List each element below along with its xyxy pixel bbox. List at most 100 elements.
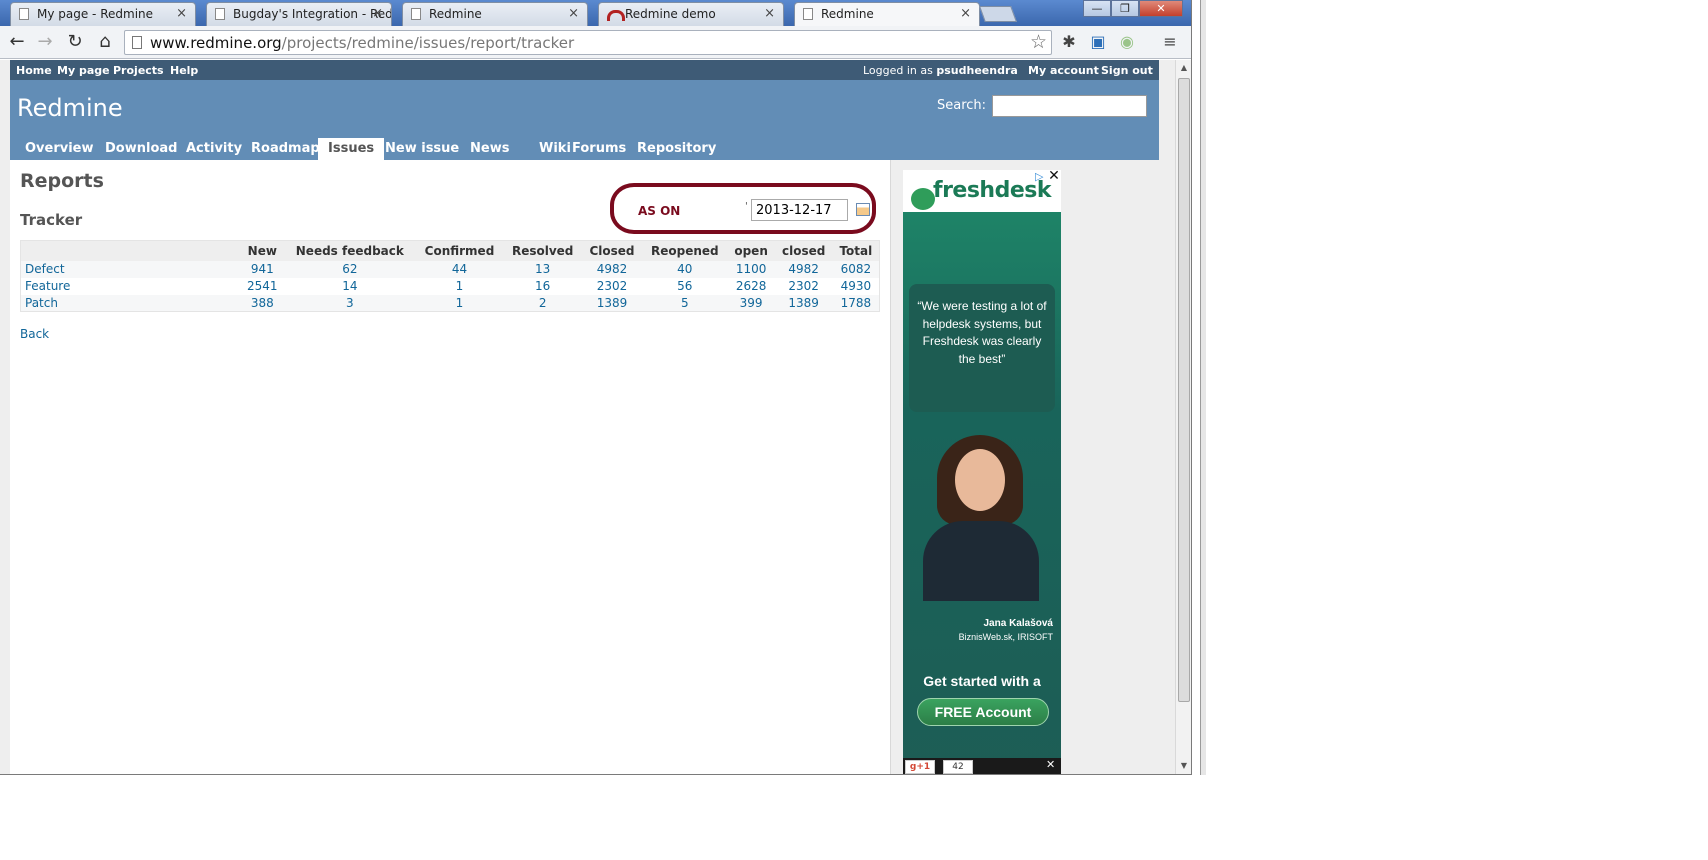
tracker-name-link[interactable]: Feature: [20, 277, 241, 295]
browser-tab-4[interactable]: Redmine demo ×: [598, 2, 784, 26]
count-link[interactable]: 2302: [581, 277, 643, 295]
search-input[interactable]: [992, 95, 1147, 117]
count-link[interactable]: 388: [240, 294, 285, 312]
tab-close-icon[interactable]: ×: [568, 3, 579, 25]
tracker-name-link[interactable]: Patch: [20, 294, 241, 312]
tracker-report-table: New Needs feedback Confirmed Resolved Closed…: [20, 240, 880, 312]
close-window-button[interactable]: ✕: [1139, 0, 1183, 17]
top-menu-projects[interactable]: Projects: [113, 64, 164, 77]
top-menu-home[interactable]: Home: [16, 64, 52, 77]
count-link[interactable]: 399: [727, 294, 775, 312]
new-tab-button[interactable]: [979, 6, 1017, 22]
social-bar-close-icon[interactable]: ✕: [1046, 758, 1055, 771]
gplus-button[interactable]: g+1: [905, 760, 935, 774]
vertical-scrollbar[interactable]: ▲ ▼: [1175, 60, 1191, 774]
count-link[interactable]: 14: [284, 277, 416, 295]
count-link[interactable]: 4982: [774, 260, 833, 278]
logged-in-user[interactable]: psudheendra: [936, 64, 1017, 77]
count-link[interactable]: 4930: [832, 277, 880, 295]
minimize-button[interactable]: —: [1083, 0, 1111, 17]
extension-puzzle-icon[interactable]: ✱: [1059, 32, 1079, 52]
tab-label: My page - Redmine: [37, 7, 154, 21]
search-label: Search:: [937, 98, 987, 113]
freshdesk-ad[interactable]: freshdesk ▷ ✕ “We were testing a lot of …: [903, 170, 1061, 774]
tab-close-icon[interactable]: ×: [176, 3, 187, 25]
restore-button[interactable]: ❐: [1111, 0, 1139, 17]
ad-close-icon[interactable]: ✕: [1047, 170, 1061, 184]
tab-close-icon[interactable]: ×: [764, 3, 775, 25]
tab-roadmap[interactable]: Roadmap: [241, 138, 330, 160]
count-link[interactable]: 2628: [727, 277, 775, 295]
browser-tab-2[interactable]: Bugday's Integration - Red ×: [206, 2, 392, 26]
header: Redmine Search: Overview Download Activity…: [10, 80, 1159, 160]
count-link[interactable]: 44: [415, 260, 504, 278]
star-icon[interactable]: ☆: [1030, 31, 1047, 53]
as-on-date-input[interactable]: [751, 199, 848, 221]
scroll-down-icon[interactable]: ▼: [1176, 758, 1191, 774]
count-link[interactable]: 1: [415, 294, 504, 312]
count-link[interactable]: 13: [503, 260, 582, 278]
tab-close-icon[interactable]: ×: [372, 3, 383, 25]
count-link[interactable]: 16: [503, 277, 582, 295]
scroll-thumb[interactable]: [1178, 78, 1190, 702]
forward-icon[interactable]: →: [34, 31, 56, 53]
reload-icon[interactable]: ↻: [64, 31, 86, 53]
count-link[interactable]: 2: [503, 294, 582, 312]
extension-screen-icon[interactable]: ▣: [1088, 32, 1108, 52]
browser-tab-1[interactable]: My page - Redmine ×: [10, 2, 196, 26]
count-link[interactable]: 1: [415, 277, 504, 295]
menu-icon[interactable]: ≡: [1160, 32, 1180, 52]
count-link[interactable]: 5: [642, 294, 728, 312]
tab-download[interactable]: Download: [95, 138, 187, 160]
back-icon[interactable]: ←: [6, 31, 28, 53]
address-bar[interactable]: www.redmine.org/projects/redmine/issues/…: [124, 30, 1052, 55]
count-link[interactable]: 2302: [774, 277, 833, 295]
tab-repository[interactable]: Repository: [627, 138, 726, 160]
count-link[interactable]: 1788: [832, 294, 880, 312]
freshdesk-logo-icon: [911, 188, 935, 210]
tracker-name-link[interactable]: Defect: [20, 260, 241, 278]
top-menu-my-account[interactable]: My account: [1028, 64, 1099, 77]
browser-tab-5[interactable]: Redmine ×: [794, 2, 980, 27]
count-link[interactable]: 1100: [727, 260, 775, 278]
back-link[interactable]: Back: [20, 327, 49, 341]
count-link[interactable]: 941: [240, 260, 285, 278]
ad-person-name: Jana Kalašová: [983, 618, 1054, 629]
person-face: [955, 449, 1005, 511]
count-link[interactable]: 2541: [240, 277, 285, 295]
page-title: Reports: [20, 170, 104, 192]
table-body: Defect 941 62 44 13 4982 40 1100 4982 6082 Feature…: [20, 260, 880, 312]
report-section-title: Tracker: [20, 211, 83, 229]
count-link[interactable]: 62: [284, 260, 416, 278]
tab-page-icon: [19, 8, 29, 20]
extension-camera-icon[interactable]: ◉: [1117, 32, 1137, 52]
count-link[interactable]: 4982: [581, 260, 643, 278]
tab-label: Redmine demo: [625, 7, 716, 21]
count-link[interactable]: 3: [284, 294, 416, 312]
scroll-up-icon[interactable]: ▲: [1176, 60, 1191, 76]
logged-in-as: Logged in as psudheendra: [863, 64, 1018, 77]
top-menu-sign-out[interactable]: Sign out: [1101, 64, 1153, 77]
tab-close-icon[interactable]: ×: [960, 3, 971, 25]
browser-tab-3[interactable]: Redmine ×: [402, 2, 588, 26]
calendar-icon[interactable]: [856, 203, 870, 216]
count-link[interactable]: 1389: [581, 294, 643, 312]
tab-news[interactable]: News: [460, 138, 519, 160]
ad-person-photo: [923, 435, 1039, 601]
top-menu-my-page[interactable]: My page: [57, 64, 110, 77]
tab-forums[interactable]: Forums: [562, 138, 636, 160]
ad-free-account-button[interactable]: FREE Account: [917, 698, 1049, 726]
tab-new-issue[interactable]: New issue: [375, 138, 469, 160]
table-row: Defect 941 62 44 13 4982 40 1100 4982 6082: [20, 260, 880, 278]
count-link[interactable]: 6082: [832, 260, 880, 278]
count-link[interactable]: 40: [642, 260, 728, 278]
count-link[interactable]: 56: [642, 277, 728, 295]
ad-person-company: BiznisWeb.sk, IRISOFT: [958, 632, 1053, 642]
adchoices-icon[interactable]: ▷: [1035, 170, 1043, 183]
top-menu-help[interactable]: Help: [170, 64, 198, 77]
column-header: New: [240, 240, 285, 261]
home-icon[interactable]: ⌂: [94, 31, 116, 53]
tab-overview[interactable]: Overview: [15, 138, 104, 160]
gplus-count: 42: [943, 760, 973, 774]
count-link[interactable]: 1389: [774, 294, 833, 312]
